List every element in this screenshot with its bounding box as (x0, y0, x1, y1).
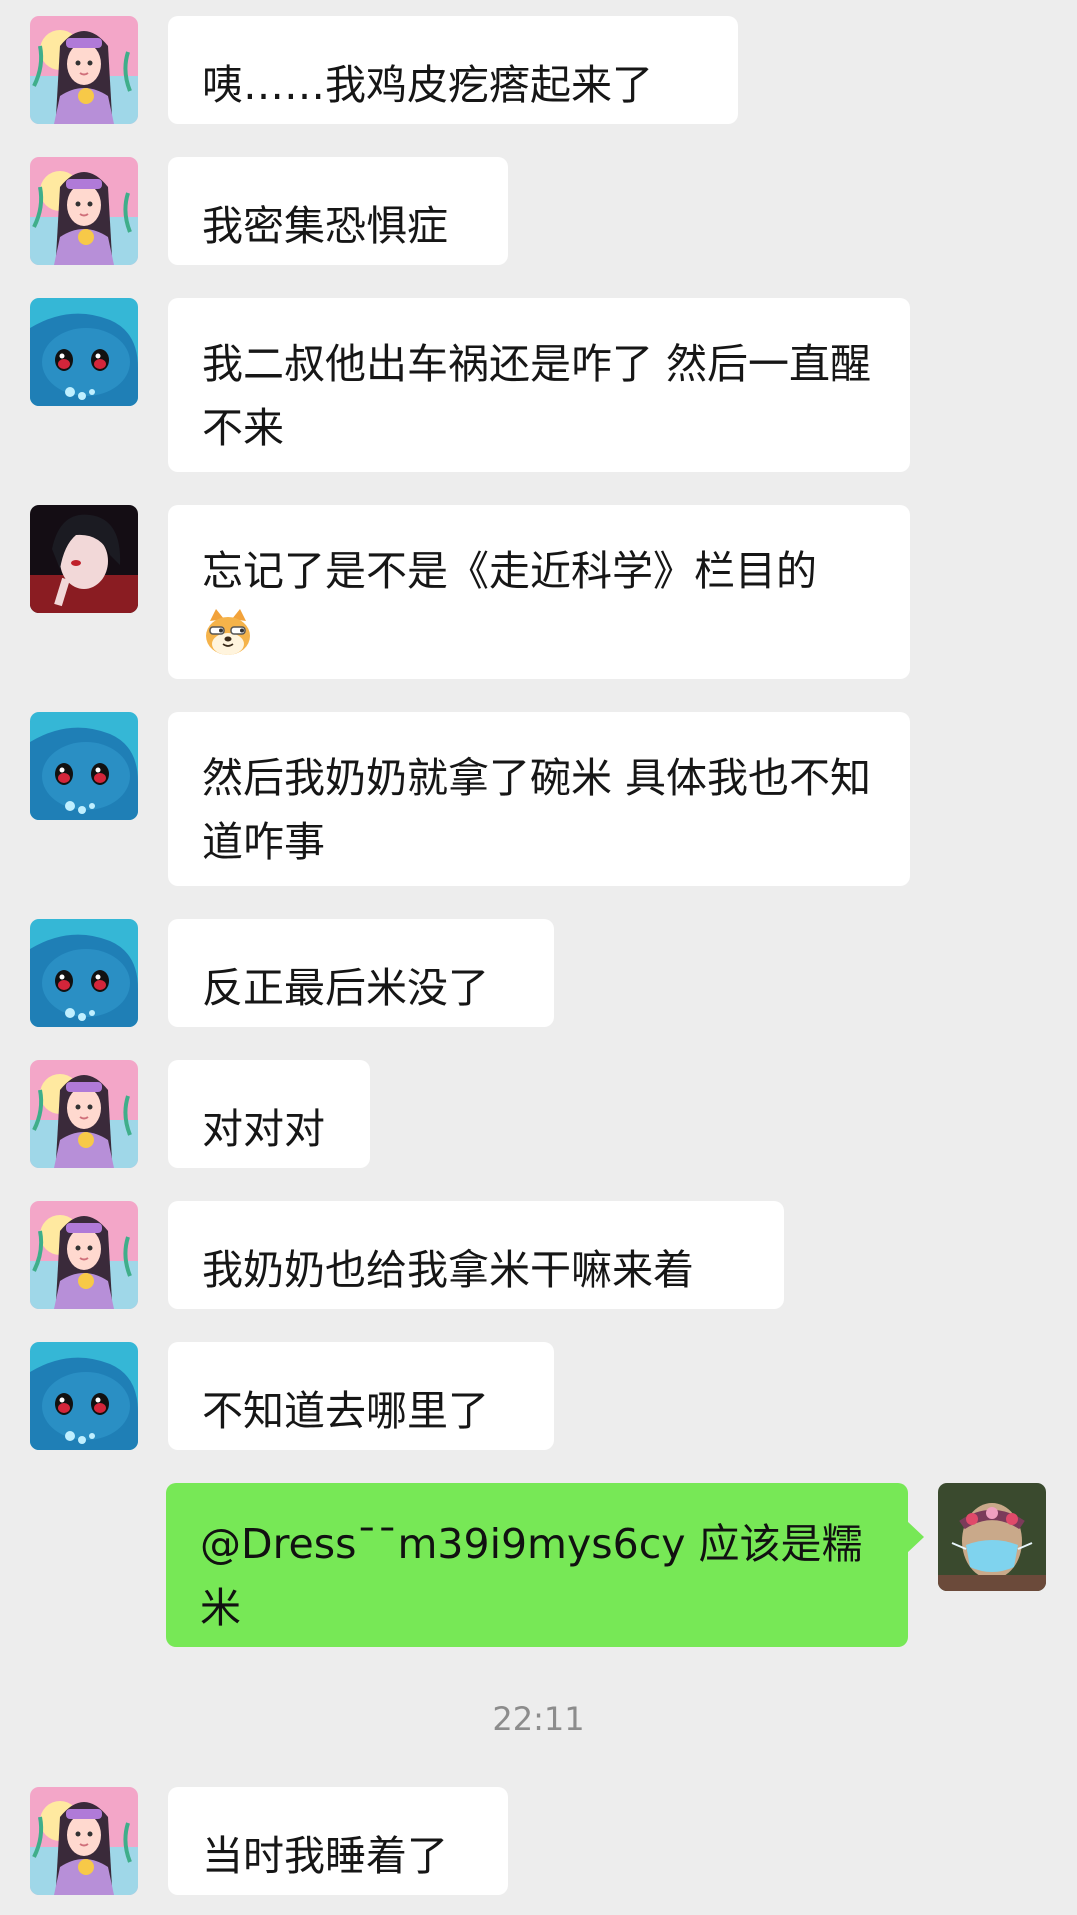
message-text: 然后我奶奶就拿了碗米 具体我也不知道咋事 (202, 754, 872, 866)
girl-avatar-icon[interactable] (30, 16, 138, 124)
message-timestamp: 22:11 (492, 1700, 585, 1738)
message-bubble[interactable]: 反正最后米没了 (168, 919, 554, 1027)
girl-avatar-icon[interactable] (30, 1787, 138, 1895)
message-text: 咦……我鸡皮疙瘩起来了 (202, 61, 653, 109)
message-text: 当时我睡着了 (202, 1832, 448, 1880)
whale-avatar-icon[interactable] (30, 1342, 138, 1450)
message-bubble[interactable]: 我奶奶也给我拿米干嘛来着 (168, 1201, 784, 1309)
masked-portrait-avatar-icon[interactable] (938, 1483, 1046, 1591)
message-bubble[interactable]: 咦……我鸡皮疙瘩起来了 (168, 16, 738, 124)
message-bubble[interactable]: 对对对 (168, 1060, 370, 1168)
message-text: 反正最后米没了 (202, 964, 489, 1012)
message-bubble[interactable]: 不知道去哪里了 (168, 1342, 554, 1450)
message-text: 忘记了是不是《走近科学》栏目的 (202, 547, 817, 595)
whale-avatar-icon[interactable] (30, 712, 138, 820)
boy-avatar-icon[interactable] (30, 505, 138, 613)
message-text: 我二叔他出车祸还是咋了 然后一直醒不来 (202, 340, 872, 452)
whale-avatar-icon[interactable] (30, 298, 138, 406)
message-bubble[interactable]: 然后我奶奶就拿了碗米 具体我也不知道咋事 (168, 712, 910, 886)
outgoing-message-bubble[interactable]: @Dress¯¯m39i9mys6cy 应该是糯米 (166, 1483, 924, 1647)
girl-avatar-icon[interactable] (30, 1060, 138, 1168)
message-bubble[interactable]: 我二叔他出车祸还是咋了 然后一直醒不来 (168, 298, 910, 472)
message-bubble[interactable]: 忘记了是不是《走近科学》栏目的 (168, 505, 910, 679)
message-text: 不知道去哪里了 (202, 1387, 489, 1435)
message-text: 我密集恐惧症 (202, 202, 448, 250)
girl-avatar-icon[interactable] (30, 157, 138, 265)
message-bubble[interactable]: 当时我睡着了 (168, 1787, 508, 1895)
girl-avatar-icon[interactable] (30, 1201, 138, 1309)
message-text: 我奶奶也给我拿米干嘛来着 (202, 1246, 694, 1294)
whale-avatar-icon[interactable] (30, 919, 138, 1027)
message-bubble[interactable]: 我密集恐惧症 (168, 157, 508, 265)
message-text: 对对对 (202, 1105, 325, 1153)
message-text: @Dress¯¯m39i9mys6cy 应该是糯米 (200, 1520, 863, 1632)
doge-emoji-icon (202, 607, 254, 659)
